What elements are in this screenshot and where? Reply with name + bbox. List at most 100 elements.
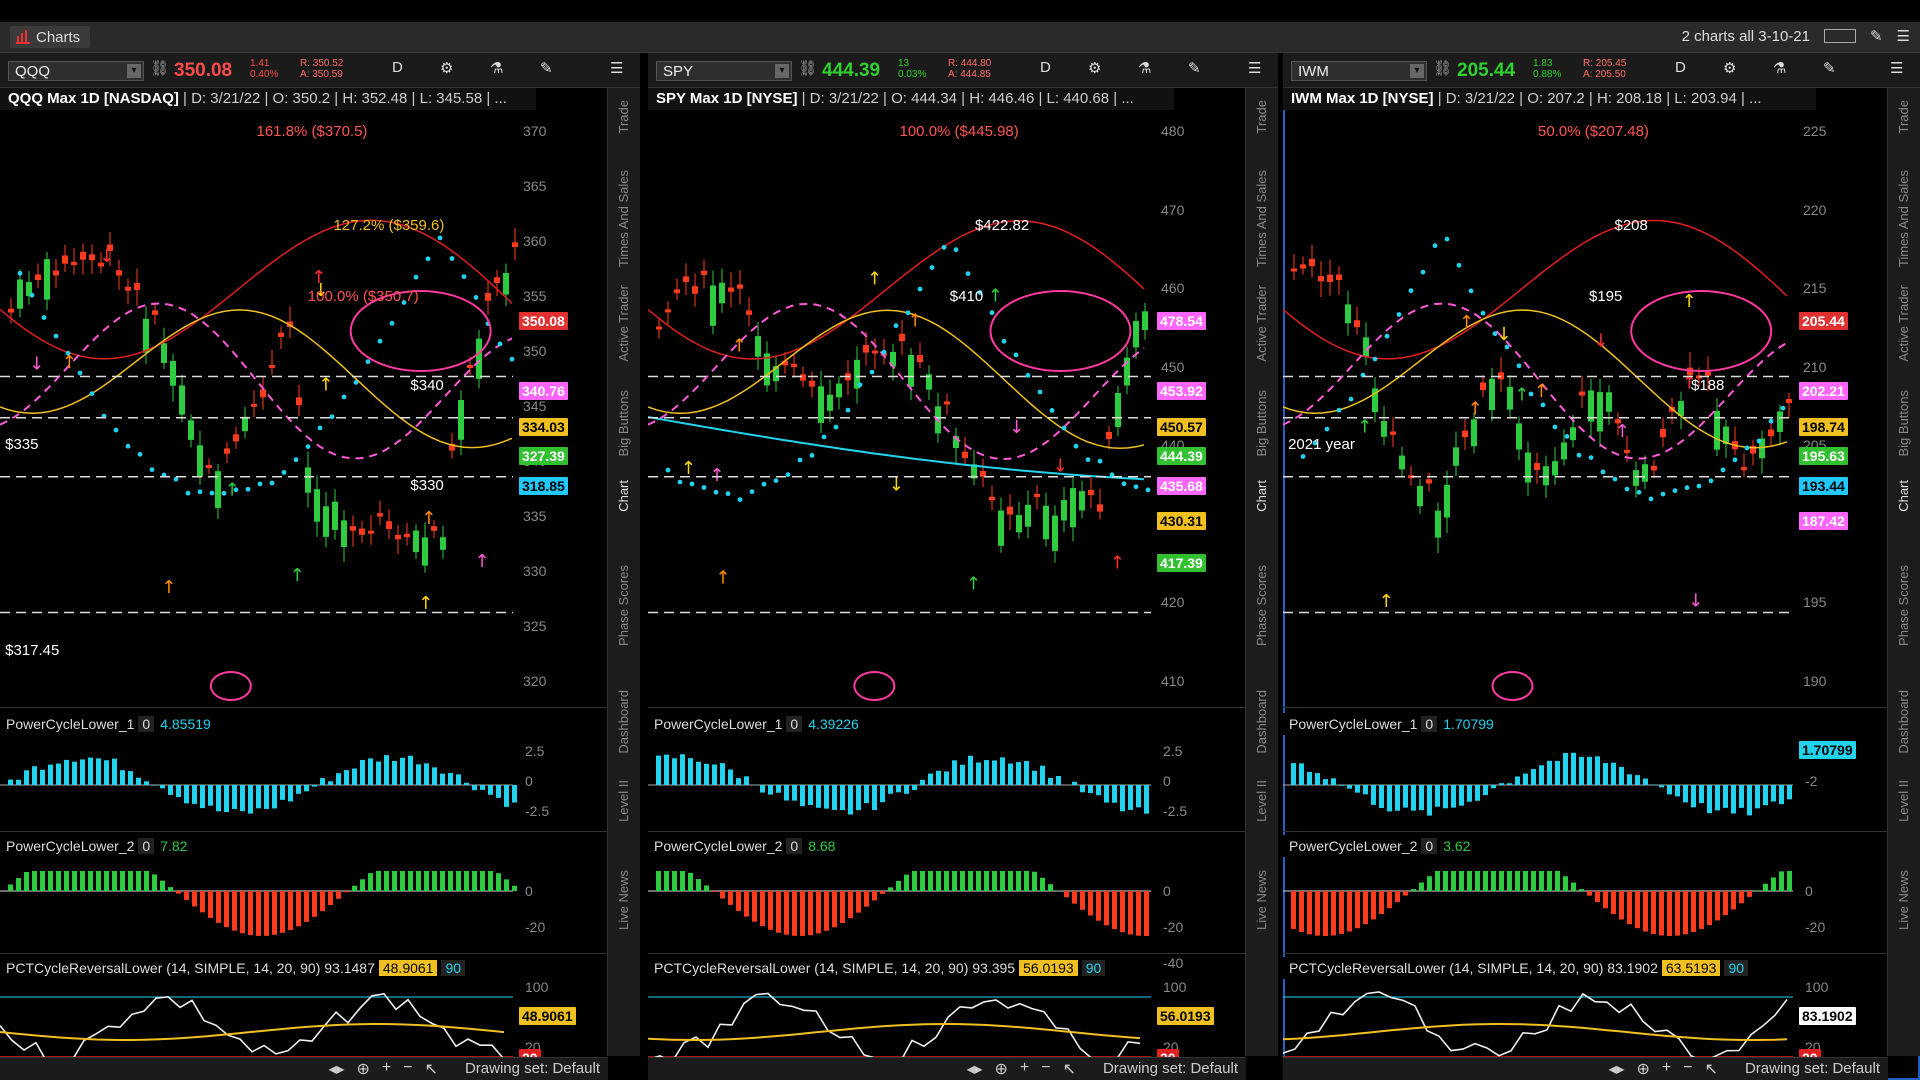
histogram-bar <box>1427 876 1432 891</box>
candle-body <box>233 434 239 442</box>
histogram-bar <box>1024 871 1029 891</box>
side-tab-chart[interactable]: Chart <box>616 480 631 512</box>
side-tab-dashboard[interactable]: Dashboard <box>1896 690 1911 754</box>
side-tab-live-news[interactable]: Live News <box>1254 870 1269 930</box>
signal-arrow: ↑ <box>1681 291 1696 312</box>
histogram-bar <box>24 871 29 891</box>
side-tab-times-and-sales[interactable]: Times And Sales <box>1254 170 1269 267</box>
candle-body <box>476 338 482 379</box>
crosshair-icon[interactable]: ⊕ <box>357 1059 370 1079</box>
histogram-bar <box>1739 785 1744 808</box>
zoom-tools: ◂▸ ⊕ + − ↖ <box>328 1059 438 1079</box>
candle-body <box>1354 320 1360 328</box>
histogram-bar <box>1547 871 1552 891</box>
signal-line <box>648 1022 1141 1042</box>
cursor-icon[interactable]: ↖ <box>425 1059 438 1079</box>
price-chart-canvas[interactable]: ↓↑↑↑↓↑↑↑↓↑↑↑ <box>1283 53 1888 1080</box>
pan-icon[interactable]: ◂▸ <box>966 1059 982 1079</box>
zoom-in-icon[interactable]: + <box>382 1059 391 1079</box>
side-tab-chart[interactable]: Chart <box>1896 480 1911 512</box>
zoom-in-icon[interactable]: + <box>1662 1059 1671 1079</box>
menu-icon[interactable]: ☰ <box>1897 27 1910 45</box>
price-chart-canvas[interactable]: ↓↑↑↑↓↑↑↑↓↑↑↑ <box>0 53 608 1080</box>
side-tab-active-trader[interactable]: Active Trader <box>1896 285 1911 362</box>
side-tab-times-and-sales[interactable]: Times And Sales <box>616 170 631 267</box>
side-tab-big-buttons[interactable]: Big Buttons <box>616 390 631 457</box>
side-tab-big-buttons[interactable]: Big Buttons <box>1896 390 1911 457</box>
histogram-bar <box>40 769 45 785</box>
zoom-out-icon[interactable]: − <box>403 1059 412 1079</box>
candle-body <box>791 363 797 368</box>
side-tab-live-news[interactable]: Live News <box>616 870 631 930</box>
candle-body <box>1088 490 1094 496</box>
side-tab-dashboard[interactable]: Dashboard <box>616 690 631 754</box>
side-tab-dashboard[interactable]: Dashboard <box>1254 690 1269 754</box>
side-tab-phase-scores[interactable]: Phase Scores <box>1896 565 1911 646</box>
chart-annotation: 161.8% ($370.5) <box>256 122 368 140</box>
pin-icon[interactable]: ✎ <box>1870 27 1883 45</box>
sar-dot <box>197 489 203 495</box>
histogram-bar <box>792 785 797 801</box>
histogram-bar <box>1451 785 1456 808</box>
candle-body <box>80 251 86 260</box>
histogram-bar <box>1483 785 1488 796</box>
histogram-bar <box>1008 763 1013 785</box>
side-tab-phase-scores[interactable]: Phase Scores <box>1254 565 1269 646</box>
crosshair-icon[interactable]: ⊕ <box>995 1059 1008 1079</box>
histogram-bar <box>8 884 13 891</box>
chart-annotation: 100.0% ($445.98) <box>899 122 1019 140</box>
sar-dot <box>737 497 743 502</box>
side-tab-trade[interactable]: Trade <box>1254 100 1269 133</box>
histogram-bar <box>976 871 981 891</box>
side-tab-level-ii[interactable]: Level II <box>616 780 631 822</box>
side-tab-live-news[interactable]: Live News <box>1896 870 1911 930</box>
zoom-out-icon[interactable]: − <box>1683 1059 1692 1079</box>
zoom-out-icon[interactable]: − <box>1041 1059 1050 1079</box>
side-tab-trade[interactable]: Trade <box>616 100 631 133</box>
histogram-bar <box>1643 891 1648 932</box>
histogram-bar <box>936 770 941 785</box>
cursor-icon[interactable]: ↖ <box>1705 1059 1718 1079</box>
side-tab-level-ii[interactable]: Level II <box>1254 780 1269 822</box>
signal-arrow: ↓ <box>1496 324 1511 345</box>
price-axis-label: 365 <box>523 178 547 194</box>
histogram-bar <box>1531 769 1536 785</box>
side-tab-big-buttons[interactable]: Big Buttons <box>1254 390 1269 457</box>
chart-menu-icon[interactable]: ☰ <box>1248 59 1261 77</box>
drawing-set-label[interactable]: Drawing set: Default <box>1103 1060 1238 1077</box>
histogram-bar <box>1144 785 1149 814</box>
candle-body <box>1061 500 1067 521</box>
side-tab-level-ii[interactable]: Level II <box>1896 780 1911 822</box>
candle-body <box>917 355 923 363</box>
side-tab-chart[interactable]: Chart <box>1254 480 1269 512</box>
study-axis-label: -20 <box>525 919 546 935</box>
side-tab-trade[interactable]: Trade <box>1896 100 1911 133</box>
histogram-bar <box>680 754 685 785</box>
histogram-bar <box>920 779 925 785</box>
drawing-set-label[interactable]: Drawing set: Default <box>465 1060 600 1077</box>
side-tab-times-and-sales[interactable]: Times And Sales <box>1896 170 1911 267</box>
chart-menu-icon[interactable]: ☰ <box>1890 59 1903 77</box>
zoom-in-icon[interactable]: + <box>1020 1059 1029 1079</box>
histogram-bar <box>872 891 877 901</box>
side-tab-active-trader[interactable]: Active Trader <box>616 285 631 362</box>
price-axis-label: 450 <box>1161 358 1185 375</box>
candle-body <box>269 364 275 368</box>
histogram-bar <box>1355 891 1360 929</box>
side-tab-strip: Trade Times And Sales Active Trader Big But… <box>1245 88 1278 1056</box>
side-tab-active-trader[interactable]: Active Trader <box>1254 285 1269 362</box>
chart-menu-icon[interactable]: ☰ <box>610 59 623 77</box>
histogram-bar <box>512 785 517 803</box>
crosshair-icon[interactable]: ⊕ <box>1637 1059 1650 1079</box>
drawing-set-label[interactable]: Drawing set: Default <box>1745 1060 1880 1077</box>
pan-icon[interactable]: ◂▸ <box>328 1059 344 1079</box>
candle-body <box>260 389 266 398</box>
preset-label[interactable]: 2 charts all 3-10-21 <box>1682 28 1810 45</box>
cursor-icon[interactable]: ↖ <box>1063 1059 1076 1079</box>
study-name: PowerCycleLower_2 <box>6 838 135 854</box>
side-tab-phase-scores[interactable]: Phase Scores <box>616 565 631 646</box>
layout-icon[interactable] <box>1823 29 1856 43</box>
pan-icon[interactable]: ◂▸ <box>1608 1059 1624 1079</box>
candle-body <box>1552 461 1558 476</box>
charts-tab[interactable]: Charts <box>10 26 91 48</box>
